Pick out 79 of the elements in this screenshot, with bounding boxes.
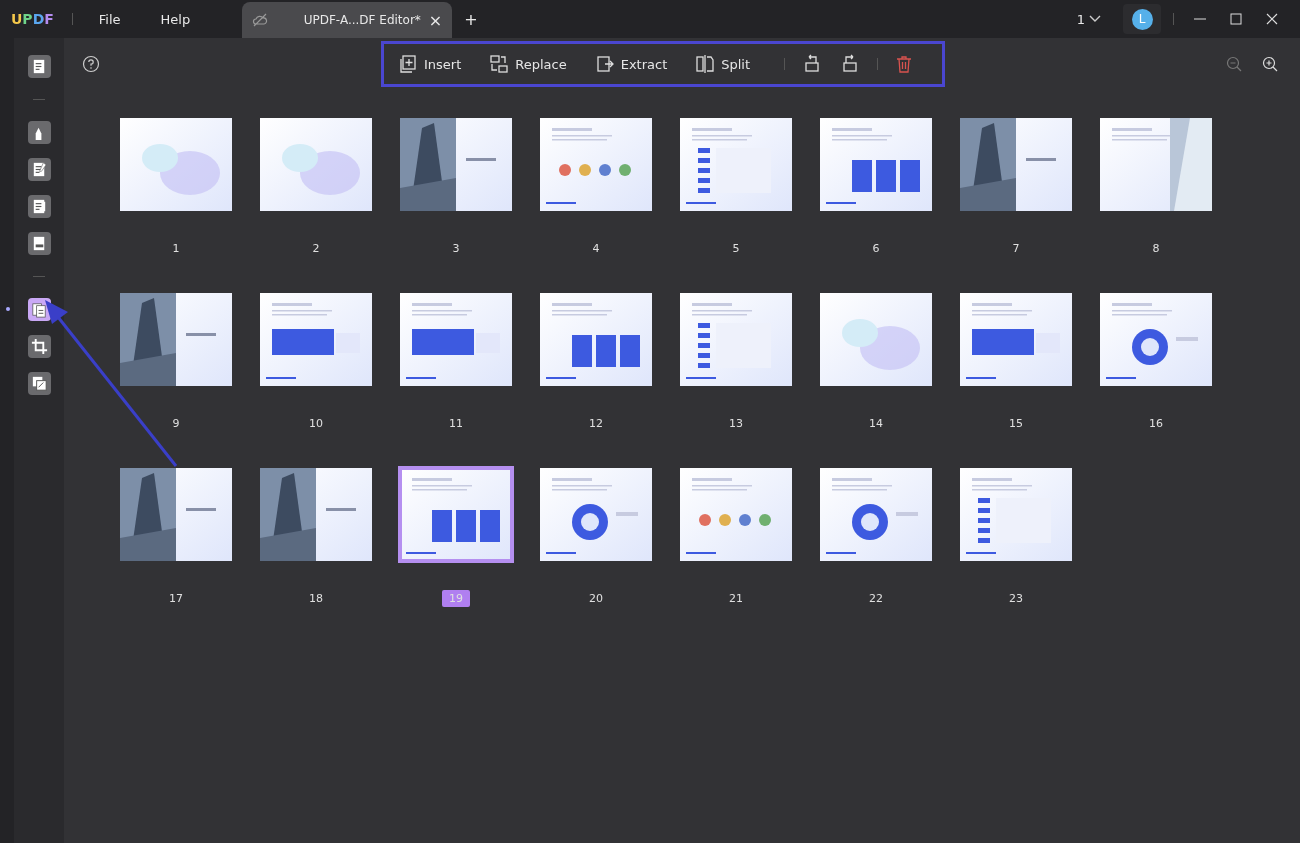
page-thumbnail[interactable] [540,293,652,386]
page-number: 17 [168,591,184,607]
page-thumbnail[interactable] [260,468,372,561]
page-thumbnail[interactable] [400,468,512,561]
page-number: 12 [588,416,604,432]
sidebar-tool-button[interactable] [27,335,51,358]
page-number: 22 [868,591,884,607]
organize-tool-icon [29,300,49,319]
page-thumbnail[interactable] [1100,293,1212,386]
replace-button[interactable]: Replace [489,54,567,74]
page-number: 15 [1008,416,1024,432]
extract-button[interactable]: Extract [594,54,668,74]
page-number: 4 [591,241,601,257]
page-number: 11 [448,416,464,432]
help-icon[interactable] [82,55,100,73]
page-thumbnail[interactable] [260,118,372,211]
page-number: 19 [442,590,470,607]
insert-button[interactable]: Insert [397,54,462,74]
page-number: 21 [728,591,744,607]
document-tab[interactable]: UPDF-A...DF Editor* × [242,2,453,38]
page-number: 7 [1011,241,1021,257]
page-thumbnail[interactable] [960,118,1072,211]
sidebar-tool-button[interactable] [27,121,51,144]
page-thumbnail[interactable] [820,293,932,386]
page-number: 8 [1151,241,1161,257]
zoom-in-icon[interactable] [1262,56,1278,72]
page-count[interactable]: 1 [1076,11,1085,27]
new-tab-button[interactable]: + [464,9,478,29]
page-number: 13 [728,416,744,432]
maximize-icon[interactable] [1230,13,1242,25]
page-number: 20 [588,591,604,607]
tab-title: UPDF-A...DF Editor* [302,13,421,27]
page-number: 16 [1148,416,1164,432]
page-number: 6 [871,241,881,257]
page-thumbnail[interactable] [540,468,652,561]
page-thumbnail[interactable] [540,118,652,211]
sidebar-tool-button[interactable] [27,372,51,395]
page-thumbnail[interactable] [820,118,932,211]
page-number: 1 [171,241,181,257]
insert-icon [397,54,418,74]
page-number: 9 [171,416,181,432]
crop-tool-icon [29,337,49,356]
sidebar-tool-button[interactable] [27,195,51,218]
cloud-off-icon [252,12,269,28]
app-logo: UPDF [11,11,54,27]
page-thumbnail[interactable] [400,293,512,386]
page-number: 10 [308,416,324,432]
page-number: 14 [868,416,884,432]
chevron-down-icon[interactable] [1089,15,1101,23]
page-thumbnail[interactable] [400,118,512,211]
menu-item[interactable]: Help [160,11,191,27]
page-thumbnail[interactable] [960,293,1072,386]
split-icon [695,54,716,74]
page-number: 23 [1008,591,1024,607]
page-number: 3 [451,241,461,257]
page-thumbnail[interactable] [960,468,1072,561]
active-indicator [5,307,10,311]
page-thumbnail[interactable] [680,468,792,561]
page-thumbnail[interactable] [120,118,232,211]
extract-icon [594,54,615,74]
page-thumbnail[interactable] [120,293,232,386]
menu-item[interactable]: File [98,11,121,27]
page-thumbnail[interactable] [120,468,232,561]
page-number: 2 [311,241,321,257]
page-thumbnail[interactable] [260,293,372,386]
page-thumbnail[interactable] [820,468,932,561]
page-number: 18 [308,591,324,607]
tab-close-button[interactable]: × [428,10,443,30]
replace-icon [489,54,510,74]
page-thumbnail[interactable] [680,118,792,211]
sidebar-tool-button[interactable] [27,232,51,255]
sidebar-tool-button[interactable] [27,55,51,78]
page-number: 5 [731,241,741,257]
sidebar-tool-button[interactable] [27,158,51,181]
page-thumbnail[interactable] [680,293,792,386]
close-icon[interactable] [1266,13,1278,25]
zoom-out-icon[interactable] [1226,56,1242,72]
page-thumbnail[interactable] [1100,118,1212,211]
split-button[interactable]: Split [695,54,751,74]
